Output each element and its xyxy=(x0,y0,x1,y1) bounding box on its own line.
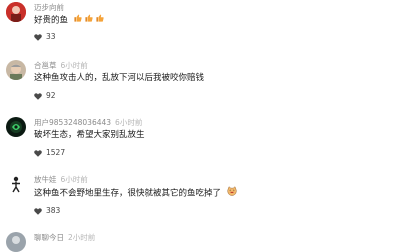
like-count: 1527 xyxy=(46,148,66,157)
like-button[interactable]: 1527 xyxy=(34,148,65,158)
username[interactable]: 聊聊今日 xyxy=(34,233,64,242)
heart-icon xyxy=(34,92,42,100)
timestamp: 6小时前 xyxy=(60,61,88,70)
avatar[interactable] xyxy=(6,60,26,80)
avatar-gray-icon xyxy=(6,232,26,252)
heart-icon xyxy=(34,207,42,215)
comment-text: 好贵的鱼 xyxy=(34,14,104,27)
heart-icon xyxy=(34,33,42,41)
username[interactable]: 用户9853248036443 xyxy=(34,118,111,127)
thumbs-up-icon xyxy=(74,14,82,26)
comment-text-content: 破坏生态，希望大家别乱放生 xyxy=(34,130,145,140)
username[interactable]: 迈步向前 xyxy=(34,3,64,12)
comment-header: 用户9853248036443 6小时前 xyxy=(34,118,142,128)
username[interactable]: 放牛娃 xyxy=(34,175,57,184)
like-count: 33 xyxy=(46,32,56,41)
comment-header: 合邕草 6小时前 xyxy=(34,61,88,71)
avatar-elder-icon xyxy=(6,60,26,80)
comment-header: 聊聊今日 2小时前 xyxy=(34,233,95,243)
timestamp: 6小时前 xyxy=(60,175,88,184)
timestamp: 6小时前 xyxy=(115,118,143,127)
comment-header: 迈步向前 xyxy=(34,3,68,13)
comment-text-content: 好贵的鱼 xyxy=(34,15,69,26)
avatar-figure-icon xyxy=(6,174,26,194)
comment-text: 这种鱼攻击人的，乱放下河以后我被咬你赔钱 xyxy=(34,72,204,84)
like-count: 383 xyxy=(46,206,61,215)
avatar[interactable] xyxy=(6,174,26,194)
comment-text-content: 这种鱼攻击人的，乱放下河以后我被咬你赔钱 xyxy=(34,73,205,83)
avatar[interactable] xyxy=(6,232,26,252)
laughing-cat-icon xyxy=(227,186,237,200)
avatar[interactable] xyxy=(6,117,26,137)
thumbs-up-icon xyxy=(96,14,104,26)
comment-text: 破坏生态，希望大家别乱放生 xyxy=(34,129,145,141)
like-button[interactable]: 383 xyxy=(34,206,60,216)
like-button[interactable]: 92 xyxy=(34,91,56,101)
comment-text-content: 这种鱼不会野地里生存，很快就被其它的鱼吃掉了 xyxy=(34,188,222,199)
thumbs-up-icon xyxy=(85,14,93,26)
username[interactable]: 合邕草 xyxy=(34,61,57,70)
comment-header: 放牛娃 6小时前 xyxy=(34,175,88,185)
comment-text: 这种鱼不会野地里生存，很快就被其它的鱼吃掉了 xyxy=(34,186,237,200)
avatar-green-dark-icon xyxy=(6,117,26,137)
avatar-red-icon xyxy=(6,2,26,22)
heart-icon xyxy=(34,149,42,157)
like-button[interactable]: 33 xyxy=(34,32,56,42)
like-count: 92 xyxy=(46,91,56,100)
avatar[interactable] xyxy=(6,2,26,22)
timestamp: 2小时前 xyxy=(68,233,96,242)
